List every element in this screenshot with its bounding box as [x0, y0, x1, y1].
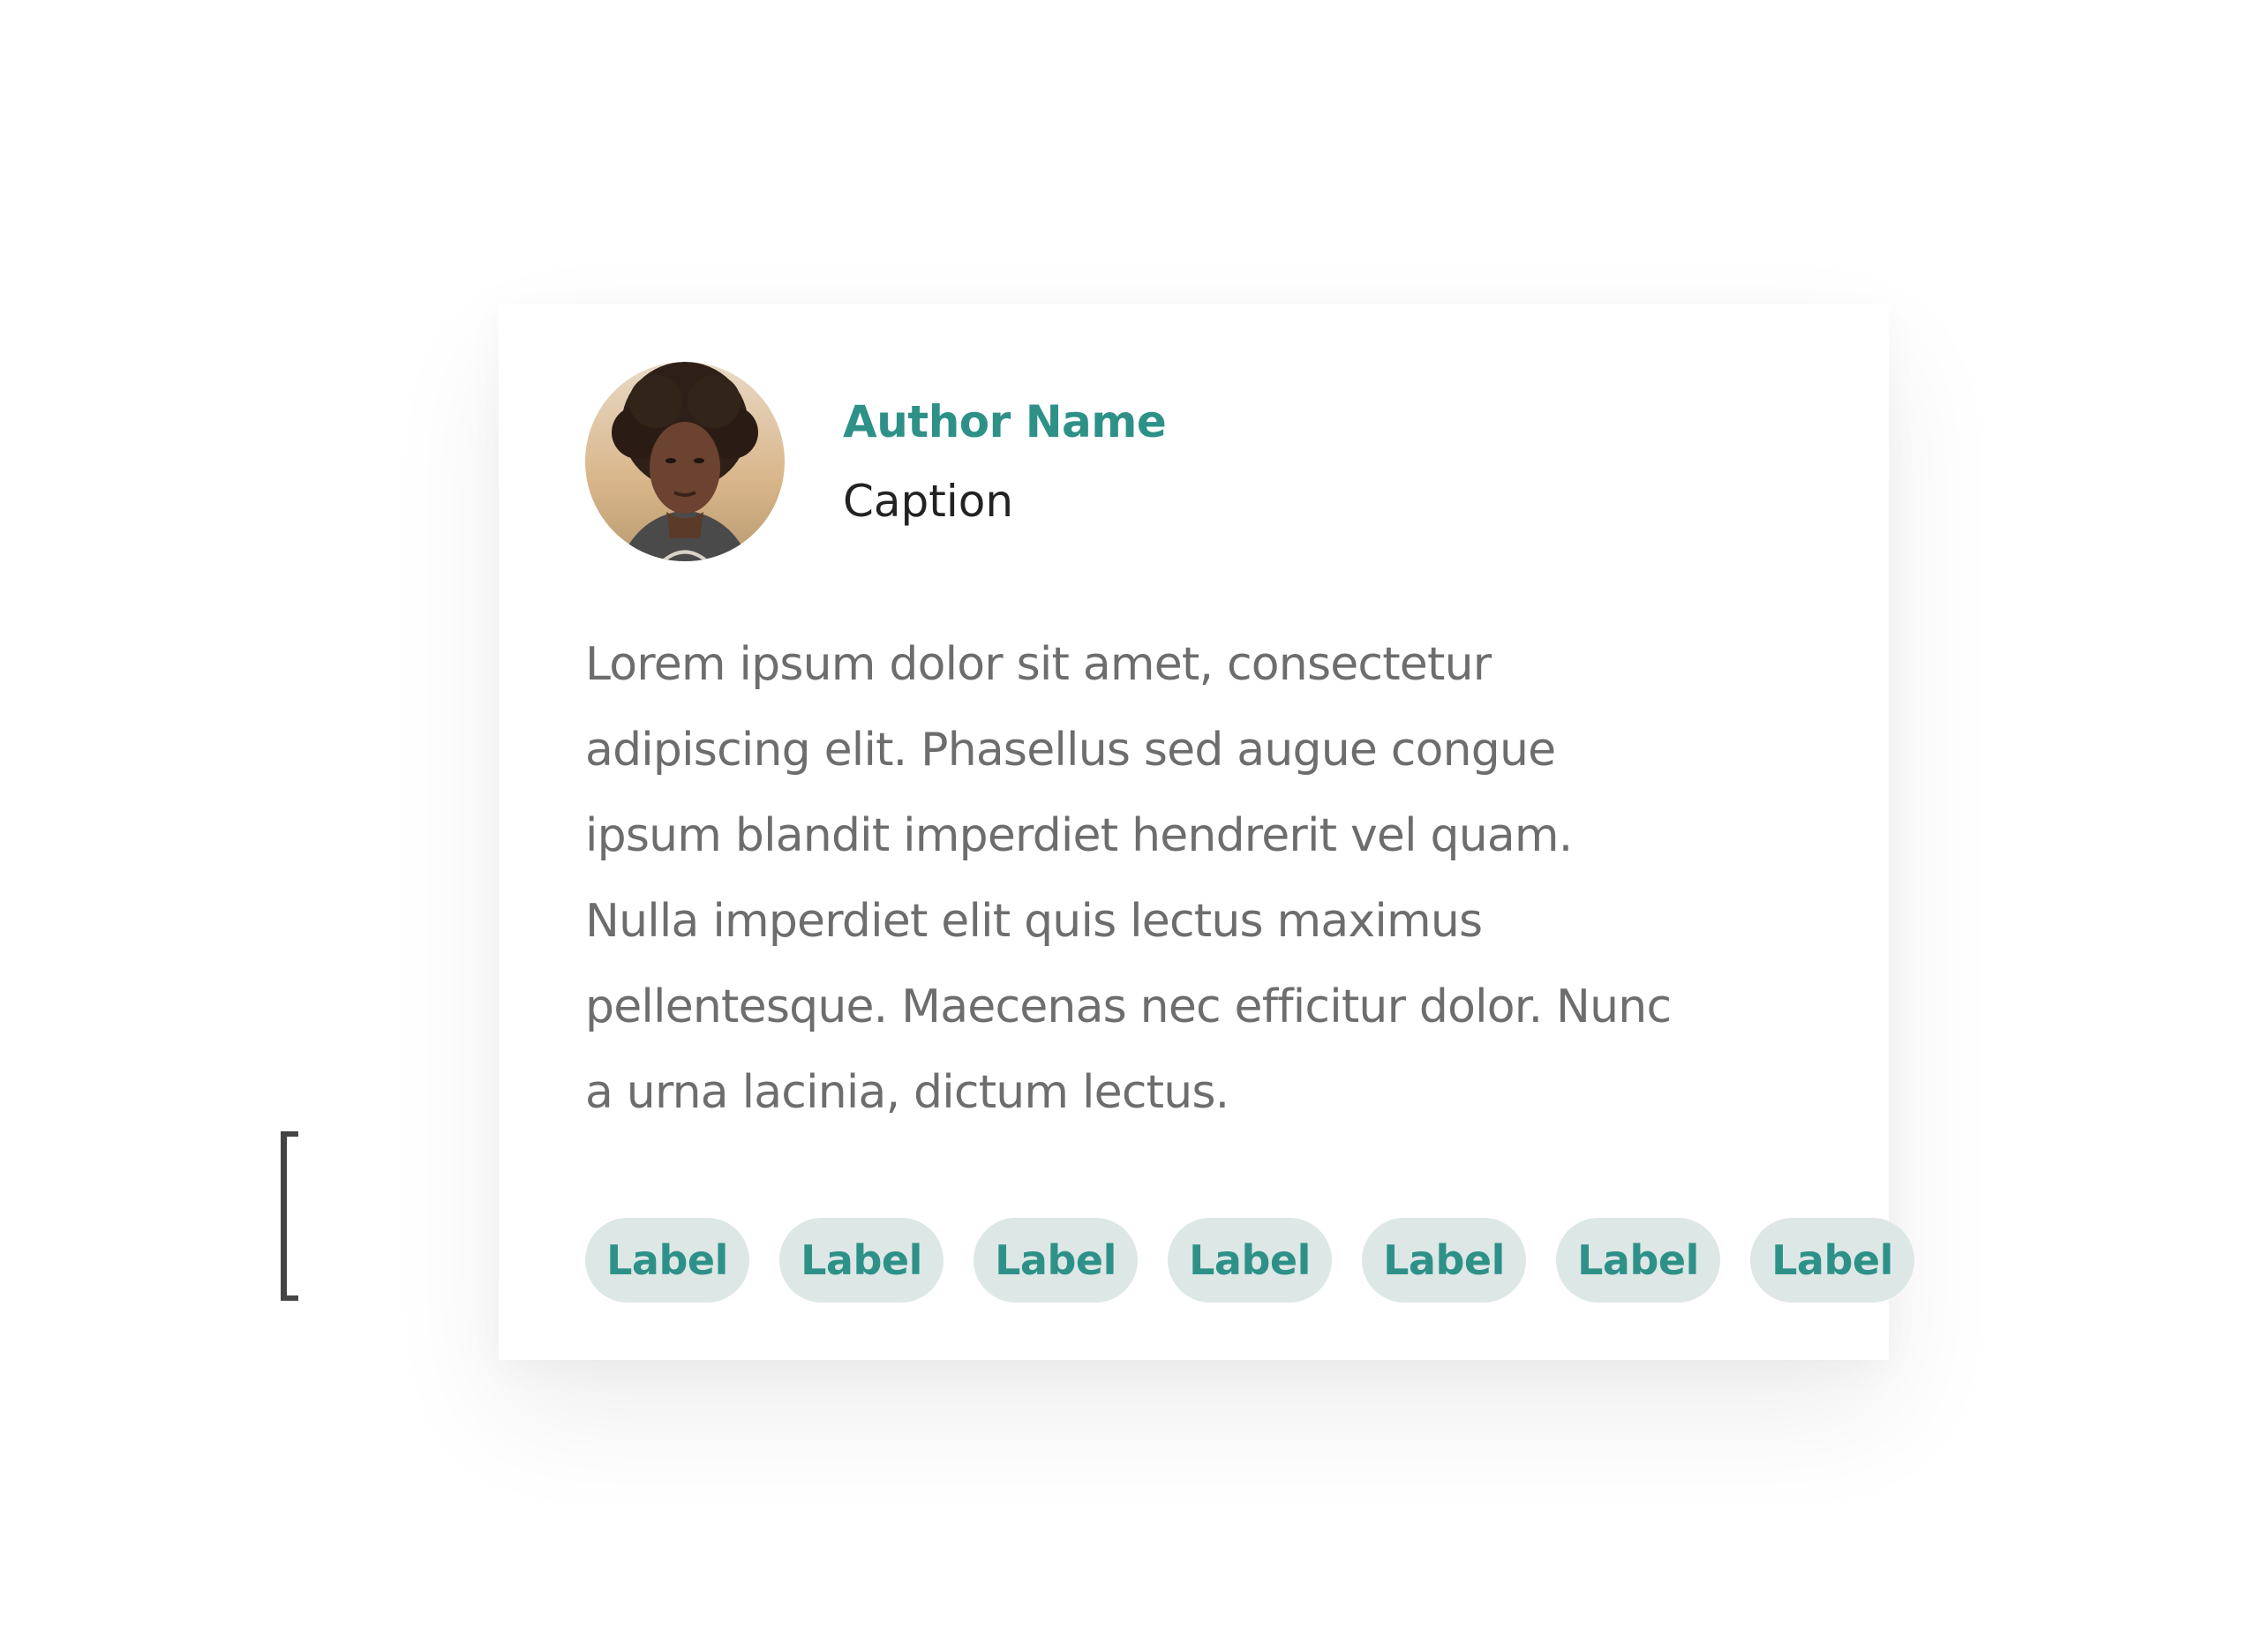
label-chip[interactable]: Label: [1556, 1218, 1720, 1303]
label-chip[interactable]: Label: [585, 1218, 749, 1303]
label-chip[interactable]: Label: [1750, 1218, 1914, 1303]
label-chip[interactable]: Label: [1362, 1218, 1526, 1303]
label-chip[interactable]: Label: [779, 1218, 944, 1303]
author-info: Author Name Caption: [843, 394, 1167, 529]
body-line: Nulla imperdiet elit quis lectus maximus: [585, 895, 1483, 948]
body-line: ipsum blandit imperdiet hendrerit vel qu…: [585, 809, 1573, 862]
testimonial-card: Author Name Caption Lorem ipsum dolor si…: [499, 304, 1914, 1360]
author-name[interactable]: Author Name: [843, 394, 1167, 450]
label-chips: Label Label Label Label Label Label Labe…: [585, 1218, 1914, 1303]
testimonial-body: Lorem ipsum dolor sit amet, consectetur …: [585, 622, 1821, 1136]
body-line: a urna lacinia, dictum lectus.: [585, 1066, 1229, 1119]
selection-bracket: [281, 1131, 298, 1301]
body-line: adipiscing elit. Phasellus sed augue con…: [585, 724, 1556, 777]
body-line: pellentesque. Maecenas nec efficitur dol…: [585, 980, 1672, 1033]
body-line: Lorem ipsum dolor sit amet, consectetur: [585, 638, 1492, 691]
label-chip[interactable]: Label: [974, 1218, 1138, 1303]
avatar-photo: [585, 362, 785, 561]
avatar: [585, 362, 785, 561]
canvas: Author Name Caption Lorem ipsum dolor si…: [0, 0, 2263, 1652]
author-header: Author Name Caption: [585, 362, 1167, 561]
label-chip[interactable]: Label: [1168, 1218, 1332, 1303]
author-caption: Caption: [843, 476, 1014, 527]
